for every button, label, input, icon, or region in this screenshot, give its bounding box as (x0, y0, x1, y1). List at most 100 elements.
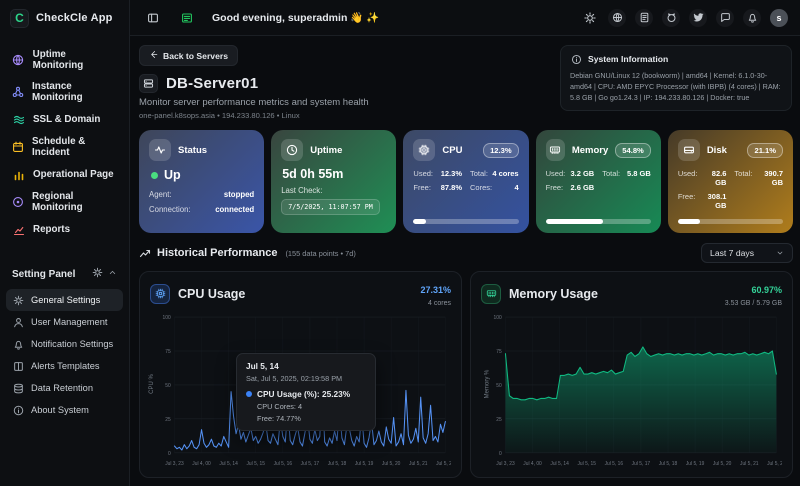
svg-text:Jul 5, 14: Jul 5, 14 (550, 461, 569, 467)
app-title: CheckCle App (36, 12, 113, 24)
memory-ram-icon (546, 139, 565, 161)
back-to-servers-button[interactable]: Back to Servers (139, 45, 238, 66)
chat-icon[interactable] (716, 9, 734, 27)
info-icon (12, 404, 24, 416)
status-up-dot (151, 172, 158, 179)
memory-chart-value: 60.97% (751, 285, 782, 295)
sidebar-item-label: Schedule & Incident (32, 136, 117, 158)
bar-chart-icon (12, 168, 25, 181)
uptime-card-title: Uptime (310, 145, 342, 156)
disk-used-value: 82.6 GB (700, 169, 726, 187)
settings-item-label: About System (31, 405, 89, 415)
memory-chart-title: Memory Usage (509, 287, 598, 301)
svg-text:Jul 5, 17: Jul 5, 17 (301, 461, 320, 467)
sidebar-item-regional-monitoring[interactable]: Regional Monitoring (6, 186, 123, 218)
svg-text:Jul 4, 00: Jul 4, 00 (523, 461, 542, 467)
status-card: Status Up Agent:stopped Connection:conne… (139, 130, 264, 233)
sidebar-item-schedule-incident[interactable]: Schedule & Incident (6, 131, 123, 163)
svg-text:100: 100 (163, 315, 171, 321)
gear-icon (92, 267, 103, 281)
cpu-percent-badge: 12.3% (483, 143, 519, 158)
docs-icon[interactable] (635, 9, 653, 27)
trend-chart-icon (12, 223, 25, 236)
settings-item-label: General Settings (31, 295, 100, 305)
trend-up-icon (139, 247, 151, 259)
panel-toggle-icon[interactable] (144, 9, 162, 27)
sidebar-item-label: Uptime Monitoring (33, 49, 117, 71)
setting-panel-header[interactable]: Setting Panel (0, 259, 129, 287)
settings-item-general-settings[interactable]: General Settings (6, 289, 123, 311)
svg-text:Jul 5, 21: Jul 5, 21 (409, 461, 428, 467)
cpu-total-value: 4 cores (492, 169, 518, 178)
disk-card-title: Disk (707, 145, 727, 156)
time-range-select[interactable]: Last 7 days (701, 243, 793, 263)
time-range-value: Last 7 days (710, 248, 754, 258)
agent-label: Agent: (149, 190, 172, 199)
app-window: C CheckCle App Uptime Monitoring Instanc… (0, 0, 800, 486)
server-list-icon[interactable] (178, 9, 196, 27)
main-content: Back to Servers System Information Debia… (130, 36, 800, 486)
memory-area-chart[interactable]: Jul 3, 23Jul 4, 00Jul 5, 14Jul 5, 15Jul … (481, 311, 782, 471)
sidebar-item-instance-monitoring[interactable]: Instance Monitoring (6, 76, 123, 108)
cpu-total-label: Total: (470, 169, 488, 178)
nodes-icon (12, 86, 24, 99)
chart-tooltip: Jul 5, 14 Sat, Jul 5, 2025, 02:19:58 PM … (236, 353, 376, 431)
memory-total-value: 5.8 GB (627, 169, 651, 178)
last-check-value: 7/5/2025, 11:07:57 PM (281, 199, 380, 215)
svg-text:Jul 5, 15: Jul 5, 15 (577, 461, 596, 467)
svg-text:Jul 5, 20: Jul 5, 20 (382, 461, 401, 467)
sidebar-item-reports[interactable]: Reports (6, 218, 123, 241)
chevron-up-icon (108, 268, 117, 280)
svg-text:Jul 5, 19: Jul 5, 19 (355, 461, 374, 467)
cpu-progress-bar (413, 219, 518, 224)
globe-icon (12, 54, 25, 67)
twitter-icon[interactable] (689, 9, 707, 27)
svg-text:75: 75 (165, 349, 171, 355)
svg-text:Jul 5, 16: Jul 5, 16 (605, 461, 624, 467)
language-icon[interactable] (608, 9, 626, 27)
memory-usage-panel: Memory Usage 60.97% 3.53 GB / 5.79 GB Me… (470, 271, 793, 478)
setting-panel-label: Setting Panel (12, 269, 75, 280)
settings-item-notification-settings[interactable]: Notification Settings (6, 333, 123, 355)
svg-text:0: 0 (168, 451, 171, 457)
tooltip-cores: CPU Cores: 4 (257, 402, 366, 411)
sidebar-item-label: Reports (33, 224, 70, 235)
settings-item-data-retention[interactable]: Data Retention (6, 377, 123, 399)
calendar-icon (12, 141, 24, 154)
sidebar-item-ssl-domain[interactable]: SSL & Domain (6, 108, 123, 131)
app-logo: C (10, 9, 29, 28)
settings-item-label: Data Retention (31, 383, 93, 393)
agent-value: stopped (224, 190, 254, 199)
cpu-chart-area[interactable]: CPU % Jul 3, 23Jul 4, 00Jul 5, 14Jul 5, … (150, 311, 451, 471)
sidebar-nav: Uptime Monitoring Instance Monitoring SS… (0, 36, 129, 245)
memory-free-label: Free: (546, 183, 564, 192)
cpu-chart-value: 27.31% (420, 285, 451, 295)
svg-text:Jul 5, 21: Jul 5, 21 (740, 461, 759, 467)
historical-performance-header: Historical Performance (155 data points … (139, 243, 793, 263)
uptime-card: Uptime 5d 0h 55m Last Check: 7/5/2025, 1… (271, 130, 396, 233)
memory-progress-bar (546, 219, 651, 224)
settings-item-about-system[interactable]: About System (6, 399, 123, 421)
server-name: DB-Server01 (166, 75, 258, 92)
user-avatar[interactable]: s (770, 9, 788, 27)
cpu-free-value: 87.8% (441, 183, 462, 192)
target-icon (12, 196, 24, 209)
historical-meta: (155 data points • 7d) (285, 249, 355, 258)
memory-chart-area[interactable]: Memory % Jul 3, 23Jul 4, 00Jul 5, 14Jul … (481, 311, 782, 471)
settings-item-alerts-templates[interactable]: Alerts Templates (6, 355, 123, 377)
sidebar-item-uptime-monitoring[interactable]: Uptime Monitoring (6, 44, 123, 76)
github-icon[interactable] (662, 9, 680, 27)
settings-item-user-management[interactable]: User Management (6, 311, 123, 333)
disk-free-label: Free: (678, 192, 696, 210)
notifications-bell-icon[interactable] (743, 9, 761, 27)
info-circle-icon (570, 53, 582, 65)
back-button-label: Back to Servers (163, 51, 228, 61)
chevron-down-icon (776, 249, 784, 257)
sidebar-item-operational-page[interactable]: Operational Page (6, 163, 123, 186)
svg-text:Jul 5, 23: Jul 5, 23 (436, 461, 451, 467)
svg-text:Jul 5, 16: Jul 5, 16 (274, 461, 293, 467)
svg-text:100: 100 (494, 315, 502, 321)
bell-icon (12, 338, 24, 350)
theme-toggle-icon[interactable] (581, 9, 599, 27)
svg-text:Jul 5, 19: Jul 5, 19 (686, 461, 705, 467)
